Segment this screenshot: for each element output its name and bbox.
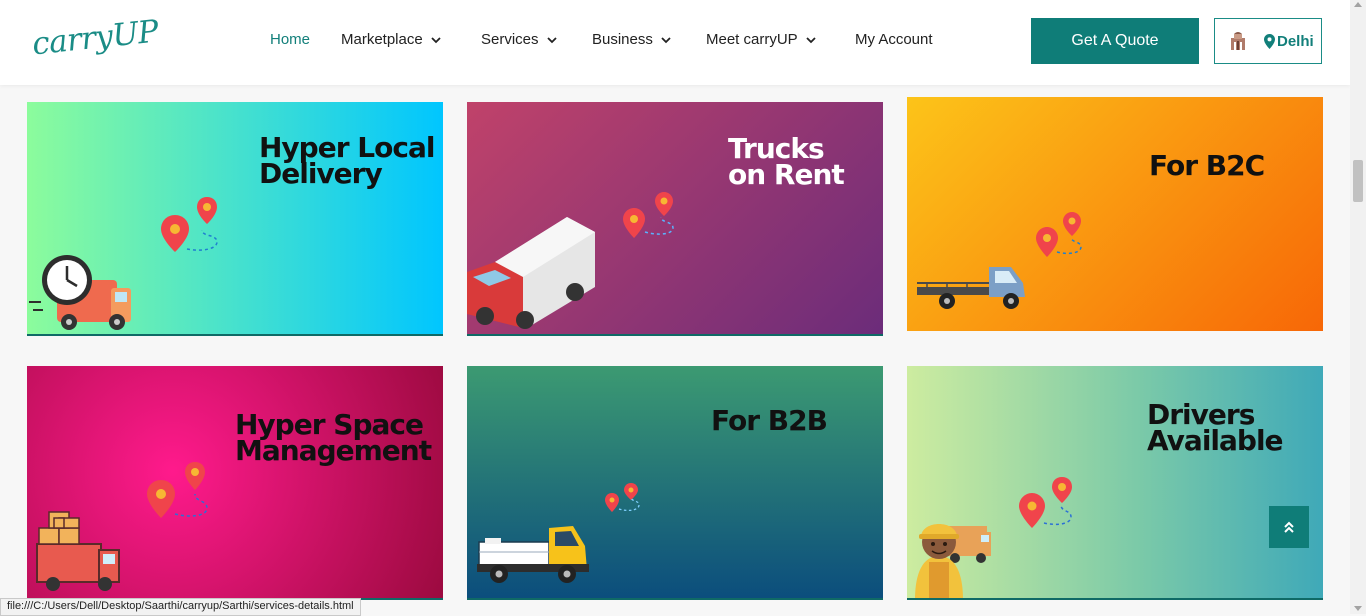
location-pin-icon <box>1264 34 1275 49</box>
nav-meet-carryup-label: Meet carryUP <box>706 31 798 48</box>
site-header: carryUP Home Marketplace Services Busine… <box>0 0 1350 85</box>
browser-status-bar: file:///C:/Users/Dell/Desktop/Saarthi/ca… <box>0 598 361 616</box>
monument-icon <box>1231 32 1245 50</box>
scrollbar-thumb[interactable] <box>1353 160 1363 202</box>
nav-services-label: Services <box>481 31 539 48</box>
double-chevron-up-icon <box>1284 521 1294 533</box>
nav-home[interactable]: Home <box>270 31 310 48</box>
chevron-down-icon <box>661 36 671 43</box>
get-a-quote-button[interactable]: Get A Quote <box>1031 18 1199 64</box>
nav-my-account-label: My Account <box>855 31 933 48</box>
chevron-down-icon <box>546 36 557 43</box>
nav-business-label: Business <box>592 31 653 48</box>
driver-icon <box>915 524 991 600</box>
page-scrollbar[interactable] <box>1350 0 1366 614</box>
boxes-truck-icon <box>36 511 120 591</box>
route-pins-icon <box>623 192 674 238</box>
nav-business[interactable]: Business <box>592 31 673 48</box>
city-selector[interactable]: Delhi <box>1214 18 1322 64</box>
service-card-hyper-space-management[interactable]: Hyper Space Management <box>27 366 443 600</box>
nav-services[interactable]: Services <box>481 31 559 48</box>
chevron-down-icon <box>806 36 816 43</box>
scroll-up-arrow-icon[interactable] <box>1354 2 1362 7</box>
service-card-hyper-local-delivery[interactable]: Hyper Local Delivery <box>27 102 443 336</box>
box-truck-icon <box>467 217 595 329</box>
card-underline <box>467 334 883 336</box>
route-pins-icon <box>1036 212 1082 257</box>
city-label: Delhi <box>1277 33 1314 50</box>
route-pins-icon <box>1019 477 1072 528</box>
chevron-down-icon <box>431 36 441 43</box>
service-card-trucks-on-rent[interactable]: Trucks on Rent <box>467 102 883 336</box>
back-to-top-button[interactable] <box>1269 506 1309 548</box>
card-underline <box>467 598 883 600</box>
service-card-for-b2b[interactable]: For B2B <box>467 366 883 600</box>
route-pins-icon <box>161 197 218 252</box>
flatbed-truck-icon <box>477 526 589 583</box>
pickup-truck-icon <box>917 267 1025 309</box>
nav-marketplace[interactable]: Marketplace <box>341 31 443 48</box>
route-pins-icon <box>605 483 640 512</box>
scroll-down-arrow-icon[interactable] <box>1354 606 1362 611</box>
card-underline <box>27 334 443 336</box>
nav-meet-carryup[interactable]: Meet carryUP <box>706 31 818 48</box>
nav-home-label: Home <box>270 31 311 48</box>
service-card-for-b2c[interactable]: For B2C <box>907 97 1323 331</box>
service-card-drivers-available[interactable]: Drivers Available <box>907 366 1323 600</box>
nav-my-account[interactable]: My Account <box>855 31 933 48</box>
route-pins-icon <box>147 462 208 518</box>
delivery-truck-clock-icon <box>29 255 131 330</box>
card-underline <box>907 598 1323 600</box>
nav-marketplace-label: Marketplace <box>341 31 423 48</box>
brand-logo[interactable]: carryUP <box>30 13 160 62</box>
